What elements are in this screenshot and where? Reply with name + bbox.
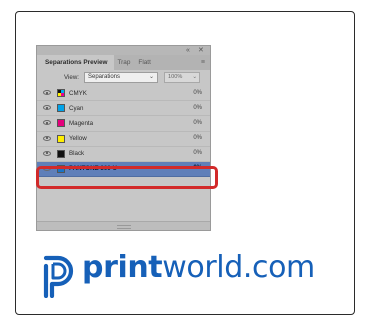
collapse-icon[interactable]: « bbox=[186, 46, 190, 55]
separation-label: Magenta bbox=[69, 119, 94, 127]
menu-icon[interactable]: ≡ bbox=[201, 55, 205, 70]
separations-preview-panel: « ✕ Separations Preview Trap Flatt ≡ Vie… bbox=[37, 46, 210, 230]
resize-grip-icon[interactable] bbox=[117, 225, 131, 229]
black-swatch bbox=[57, 149, 65, 158]
chevron-down-icon: ⌄ bbox=[148, 74, 154, 80]
zoom-value: 100% bbox=[168, 74, 183, 80]
separation-percent: 0% bbox=[193, 104, 202, 111]
view-select[interactable]: Separations ⌄ bbox=[84, 72, 158, 83]
separation-row-magenta[interactable]: Magenta 0% bbox=[37, 116, 210, 132]
separation-label: Cyan bbox=[69, 104, 84, 112]
eye-icon[interactable] bbox=[43, 150, 51, 156]
separation-percent: 0% bbox=[193, 135, 202, 142]
magenta-swatch bbox=[57, 119, 65, 128]
separation-row-black[interactable]: Black 0% bbox=[37, 147, 210, 162]
brand-wordmark: printworld.com bbox=[82, 250, 315, 286]
cmyk-swatch bbox=[57, 89, 65, 97]
tab-flattener[interactable]: Flatt bbox=[134, 55, 154, 70]
separation-label: Yellow bbox=[69, 135, 87, 143]
view-select-value: Separations bbox=[88, 74, 121, 80]
separation-percent: 0% bbox=[193, 150, 202, 157]
eye-icon[interactable] bbox=[43, 135, 51, 141]
tab-separations-preview[interactable]: Separations Preview bbox=[37, 55, 114, 70]
brand-prefix: print bbox=[82, 250, 163, 285]
panel-footer bbox=[37, 221, 210, 230]
zoom-select[interactable]: 100% ⌄ bbox=[164, 72, 200, 83]
panel-titlebar[interactable]: « ✕ bbox=[37, 46, 210, 55]
separation-percent: 0% bbox=[193, 119, 202, 126]
separation-row-cmyk[interactable]: CMYK 0% bbox=[37, 86, 210, 102]
eye-icon[interactable] bbox=[43, 105, 51, 111]
yellow-swatch bbox=[57, 134, 65, 143]
separation-row-yellow[interactable]: Yellow 0% bbox=[37, 132, 210, 147]
chevron-down-icon: ⌄ bbox=[192, 74, 197, 80]
separation-label: Black bbox=[69, 150, 85, 158]
highlight-annotation bbox=[36, 166, 218, 189]
view-label: View: bbox=[64, 74, 80, 81]
eye-icon[interactable] bbox=[43, 120, 51, 126]
close-icon[interactable]: ✕ bbox=[198, 46, 204, 55]
view-row: View: Separations ⌄ 100% ⌄ bbox=[37, 70, 210, 86]
eye-icon[interactable] bbox=[43, 90, 51, 95]
printworld-logo-icon bbox=[43, 255, 74, 298]
separation-label: CMYK bbox=[69, 89, 87, 97]
separation-row-cyan[interactable]: Cyan 0% bbox=[37, 101, 210, 117]
separation-percent: 0% bbox=[193, 89, 202, 96]
tab-trap[interactable]: Trap bbox=[114, 55, 135, 70]
separations-list: CMYK 0% Cyan 0% Magenta 0% Yellow 0% Bla… bbox=[37, 86, 210, 178]
brand-suffix: world.com bbox=[162, 250, 315, 285]
cyan-swatch bbox=[57, 104, 65, 113]
panel-tabs: Separations Preview Trap Flatt ≡ bbox=[37, 55, 210, 70]
